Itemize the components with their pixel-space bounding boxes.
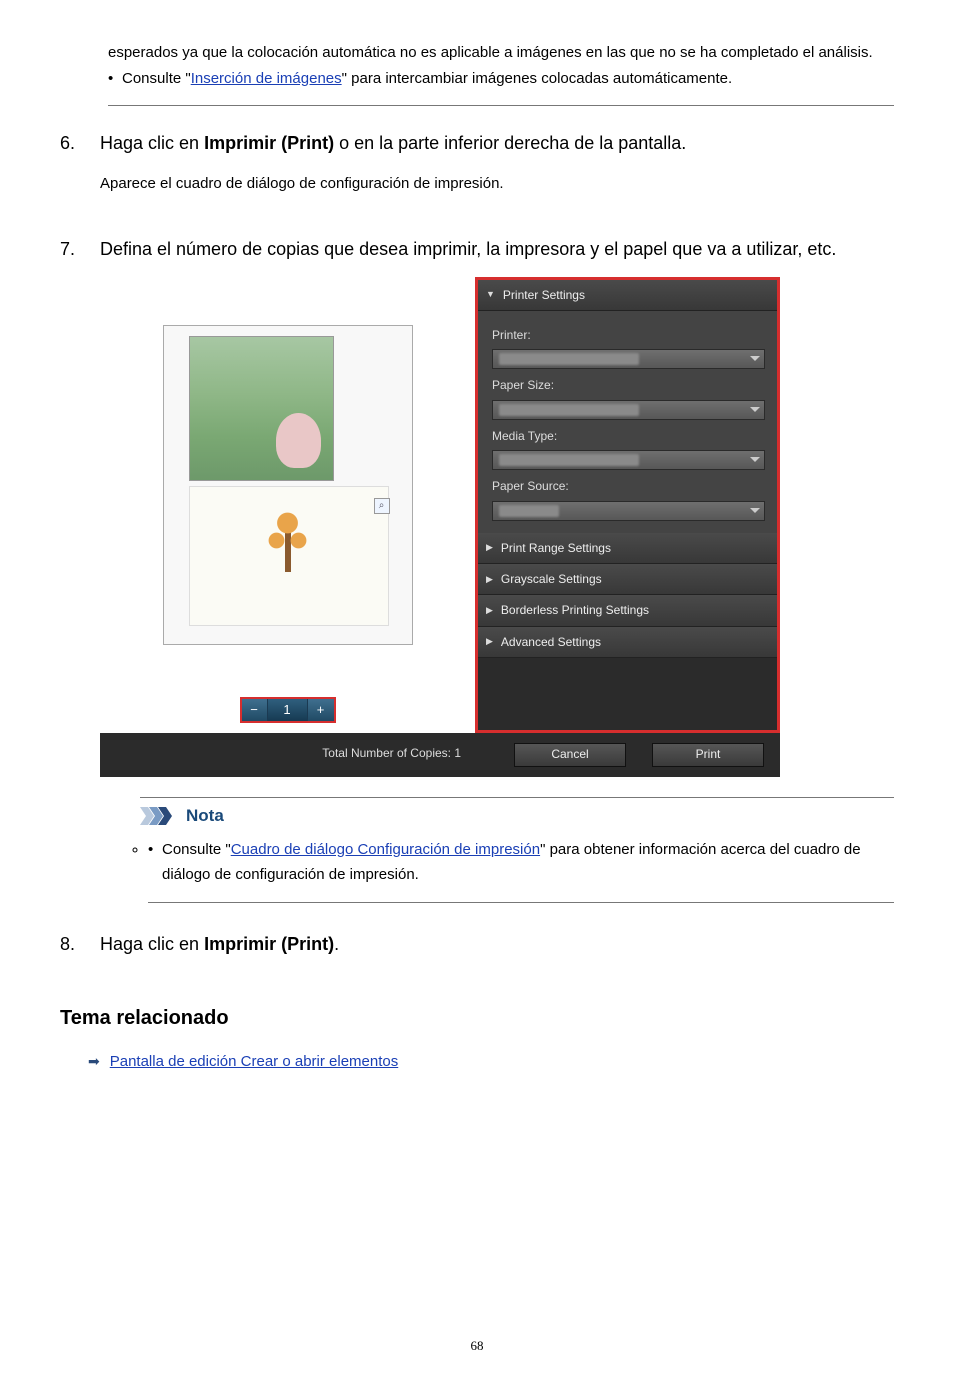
step8-pre: Haga clic en xyxy=(100,934,204,954)
advanced-label: Advanced Settings xyxy=(501,632,601,652)
print-button[interactable]: Print xyxy=(652,743,764,767)
step-7: 7. Defina el número de copias que desea … xyxy=(60,234,894,902)
step-number: 6. xyxy=(60,128,100,159)
related-link[interactable]: Pantalla de edición Crear o abrir elemen… xyxy=(110,1049,399,1075)
bullet-suffix: " para intercambiar imágenes colocadas a… xyxy=(342,70,733,87)
printer-label: Printer: xyxy=(492,325,765,345)
step7-text: Defina el número de copias que desea imp… xyxy=(100,234,894,265)
mediatype-select[interactable] xyxy=(492,450,765,470)
magnifier-icon: ⌕ xyxy=(374,498,390,514)
papersize-select[interactable] xyxy=(492,400,765,420)
grayscale-header[interactable]: ▶ Grayscale Settings xyxy=(478,564,777,595)
nota-bullet: Consulte "Cuadro de diálogo Configuració… xyxy=(148,837,894,888)
related-link-row: ➡ Pantalla de edición Crear o abrir elem… xyxy=(88,1049,894,1075)
related-heading: Tema relacionado xyxy=(60,1001,894,1035)
step8-bold: Imprimir (Print) xyxy=(204,934,334,954)
arrow-right-icon: ➡ xyxy=(88,1050,100,1074)
grayscale-label: Grayscale Settings xyxy=(501,569,602,589)
printer-settings-label: Printer Settings xyxy=(503,285,585,305)
chevron-right-icon: ▶ xyxy=(486,540,493,555)
step6-sub: Aparece el cuadro de diálogo de configur… xyxy=(100,171,894,197)
cancel-button[interactable]: Cancel xyxy=(514,743,626,767)
page-preview: ⌕ xyxy=(163,325,413,645)
borderless-label: Borderless Printing Settings xyxy=(501,600,649,620)
print-range-header[interactable]: ▶ Print Range Settings xyxy=(478,533,777,564)
preview-pane: ⌕ − 1 + xyxy=(100,277,475,733)
copies-stepper[interactable]: − 1 + xyxy=(240,697,336,723)
papersize-label: Paper Size: xyxy=(492,375,765,395)
nota-heading: Nota xyxy=(140,797,894,831)
papersource-label: Paper Source: xyxy=(492,476,765,496)
printer-settings-body: Printer: Paper Size: Media Type: Paper S… xyxy=(478,311,777,533)
printer-settings-header[interactable]: ▼ Printer Settings xyxy=(478,280,777,311)
step-number: 7. xyxy=(60,234,100,265)
mediatype-label: Media Type: xyxy=(492,426,765,446)
nota-label: Nota xyxy=(186,802,224,831)
note-bullet: Consulte "Inserción de imágenes" para in… xyxy=(108,66,894,92)
print-dialog-figure: ⌕ − 1 + ▼ xyxy=(100,277,780,777)
step6-post: o en la parte inferior derecha de la pan… xyxy=(334,133,686,153)
copies-minus[interactable]: − xyxy=(242,699,268,721)
copies-value: 1 xyxy=(268,699,308,721)
print-settings-dialog-link[interactable]: Cuadro de diálogo Configuración de impre… xyxy=(231,841,540,858)
insert-images-link[interactable]: Inserción de imágenes xyxy=(191,70,342,87)
bullet-prefix: Consulte " xyxy=(122,70,191,87)
step-number: 8. xyxy=(60,929,100,960)
chevron-right-icon: ▶ xyxy=(486,634,493,649)
borderless-header[interactable]: ▶ Borderless Printing Settings xyxy=(478,595,777,626)
step6-text: Haga clic en Imprimir (Print) o en la pa… xyxy=(100,128,894,159)
nota-block: Nota Consulte "Cuadro de diálogo Configu… xyxy=(140,797,894,903)
page-number: 68 xyxy=(60,1335,894,1357)
chevron-down-icon: ▼ xyxy=(486,287,495,302)
chevron-right-icon: ▶ xyxy=(486,572,493,587)
step8-text: Haga clic en Imprimir (Print). xyxy=(100,929,894,960)
total-copies-label: Total Number of Copies: 1 xyxy=(100,733,475,777)
print-range-label: Print Range Settings xyxy=(501,538,611,558)
nota-prefix: Consulte " xyxy=(162,841,231,858)
step6-pre: Haga clic en xyxy=(100,133,204,153)
chevron-right-icon: ▶ xyxy=(486,603,493,618)
step-6: 6. Haga clic en Imprimir (Print) o en la… xyxy=(60,128,894,208)
nota-icon xyxy=(140,807,182,825)
step-8: 8. Haga clic en Imprimir (Print). xyxy=(60,929,894,972)
step6-bold: Imprimir (Print) xyxy=(204,133,334,153)
step8-post: . xyxy=(334,934,339,954)
note-continuation: esperados ya que la colocación automátic… xyxy=(108,40,894,106)
settings-pane: ▼ Printer Settings Printer: Paper Size: … xyxy=(475,277,780,733)
papersource-select[interactable] xyxy=(492,501,765,521)
copies-plus[interactable]: + xyxy=(308,699,334,721)
advanced-header[interactable]: ▶ Advanced Settings xyxy=(478,627,777,658)
note-text: esperados ya que la colocación automátic… xyxy=(108,40,894,66)
printer-select[interactable] xyxy=(492,349,765,369)
